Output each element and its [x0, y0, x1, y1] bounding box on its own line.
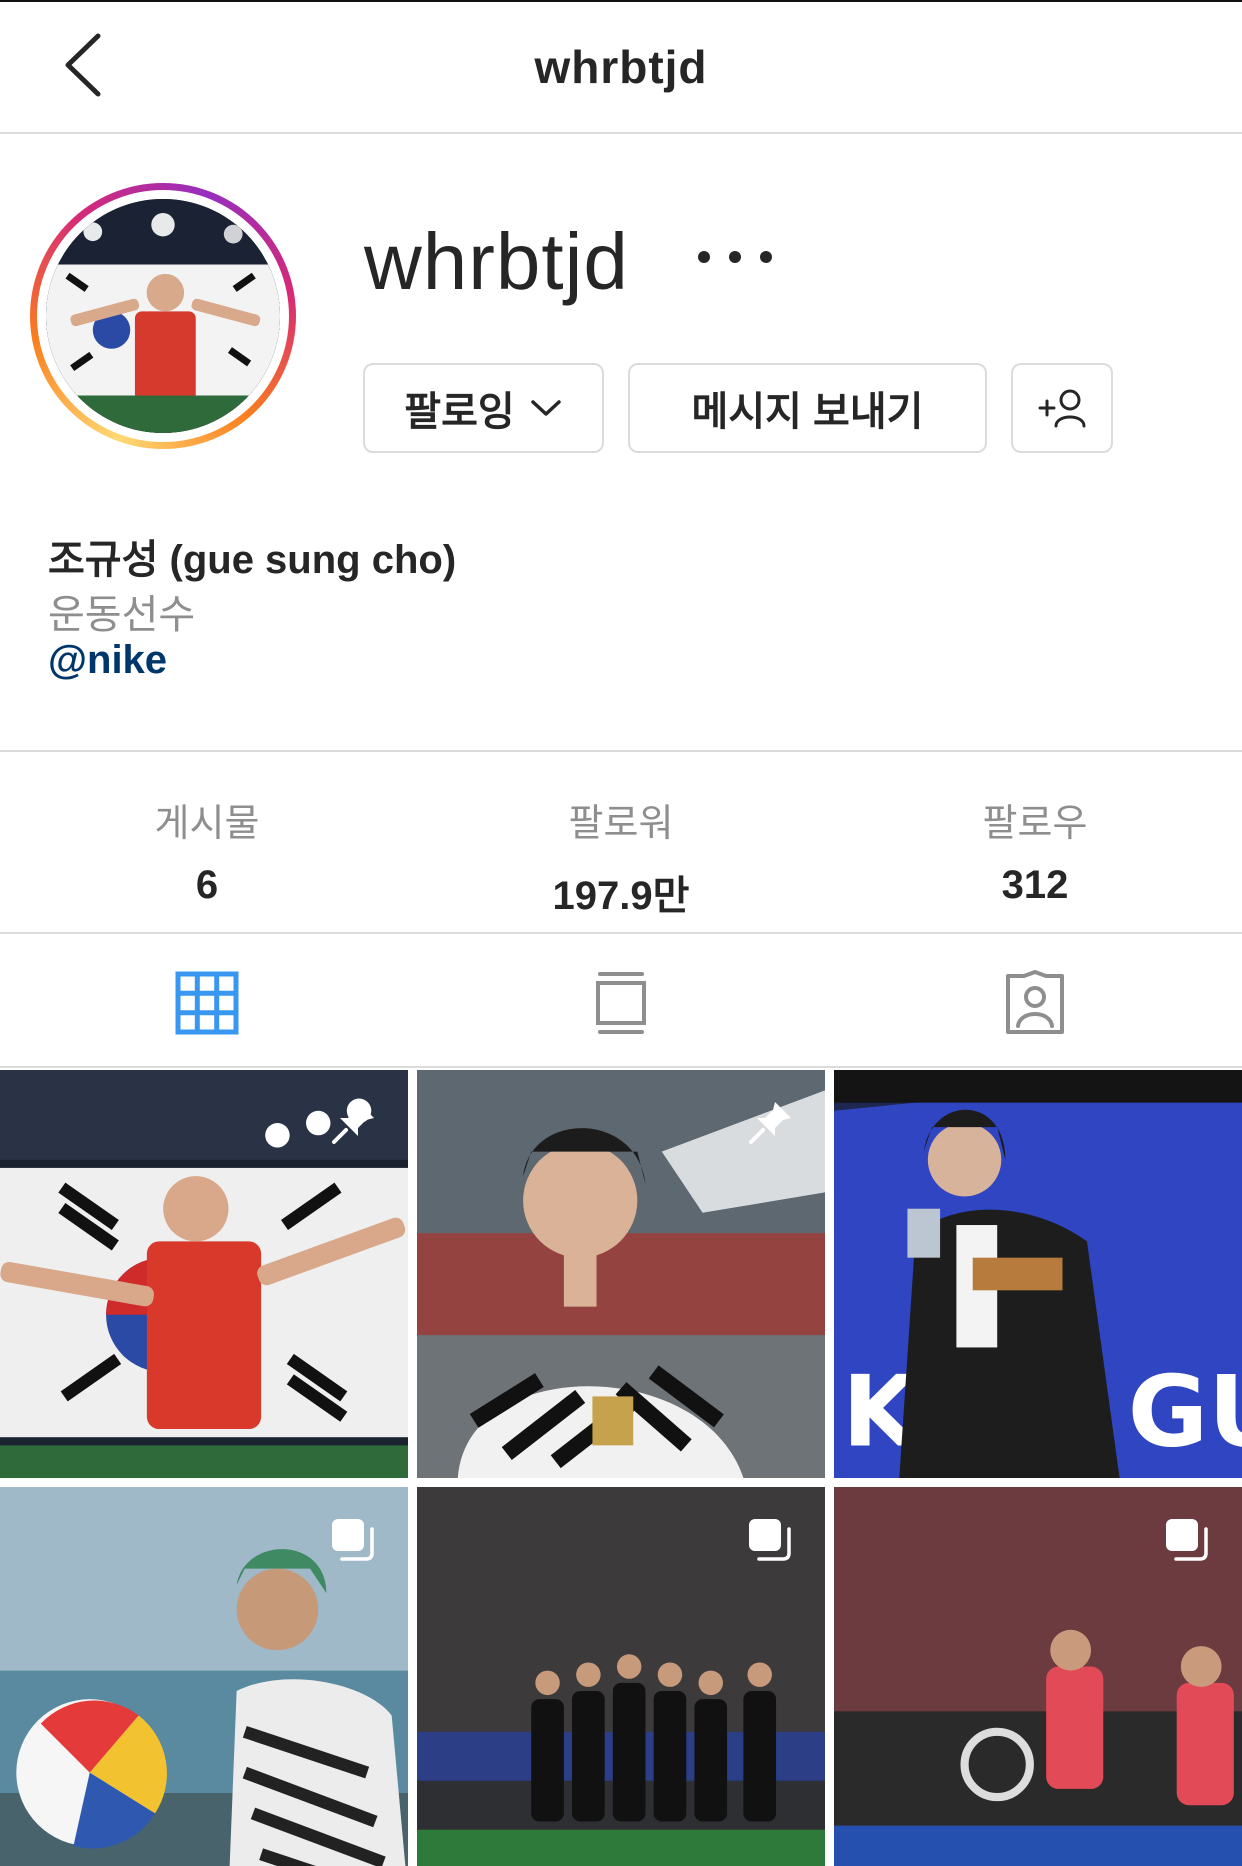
- stat-following-value: 312: [1001, 863, 1069, 907]
- post-thumbnail[interactable]: [0, 1070, 408, 1478]
- posts-grid: GU K: [0, 1070, 1242, 1866]
- profile-stats: 게시물 6 팔로워 197.9만 팔로우 312: [0, 750, 1242, 934]
- stat-posts-value: 6: [195, 863, 219, 907]
- tagged-icon: [1006, 970, 1064, 1034]
- stat-posts-label: 게시물: [154, 803, 260, 845]
- tab-grid[interactable]: [172, 970, 242, 1036]
- message-label: 메시지 보내기: [691, 390, 924, 434]
- ellipsis-icon: [698, 251, 772, 263]
- person-add-icon: [1038, 389, 1086, 428]
- story-avatar[interactable]: [30, 183, 296, 449]
- grid-icon: [175, 971, 239, 1035]
- bio-mention-link[interactable]: @nike: [48, 638, 167, 683]
- more-options-button[interactable]: [690, 232, 780, 282]
- chevron-down-icon: [530, 400, 561, 416]
- pin-icon: [749, 1102, 791, 1144]
- stat-posts[interactable]: 게시물 6: [57, 792, 357, 908]
- avatar: [46, 199, 280, 433]
- profile-category: 운동선수: [48, 593, 196, 637]
- stat-following-label: 팔로우: [982, 803, 1088, 845]
- page-title: whrbtjd: [534, 41, 708, 93]
- stat-followers[interactable]: 팔로워 197.9만: [471, 792, 771, 921]
- post-thumbnail[interactable]: [417, 1487, 825, 1866]
- post-thumbnail[interactable]: [0, 1487, 408, 1866]
- top-bar: whrbtjd: [0, 0, 1242, 134]
- message-button[interactable]: 메시지 보내기: [628, 363, 987, 453]
- post-thumbnail[interactable]: [834, 1487, 1242, 1866]
- profile-username: whrbtjd: [364, 217, 629, 306]
- carousel-icon: [1166, 1519, 1208, 1561]
- pin-icon: [332, 1102, 374, 1144]
- tab-feed[interactable]: [586, 970, 656, 1036]
- stat-followers-value: 197.9만: [552, 874, 690, 918]
- svg-text:GU: GU: [1128, 1355, 1242, 1469]
- post-thumbnail[interactable]: GU K: [834, 1070, 1242, 1478]
- stat-followers-label: 팔로워: [568, 803, 674, 845]
- profile-tabs: [0, 936, 1242, 1068]
- feed-icon: [596, 972, 646, 1034]
- stat-following[interactable]: 팔로우 312: [885, 792, 1185, 908]
- add-user-button[interactable]: [1011, 363, 1113, 453]
- post-thumbnail[interactable]: [417, 1070, 825, 1478]
- tab-tagged[interactable]: [1000, 970, 1070, 1036]
- carousel-icon: [332, 1519, 374, 1561]
- full-name: 조규성 (gue sung cho): [48, 538, 457, 582]
- following-label: 팔로잉: [404, 390, 515, 434]
- following-button[interactable]: 팔로잉: [363, 363, 604, 453]
- carousel-icon: [749, 1519, 791, 1561]
- top-edge: [0, 0, 1242, 2]
